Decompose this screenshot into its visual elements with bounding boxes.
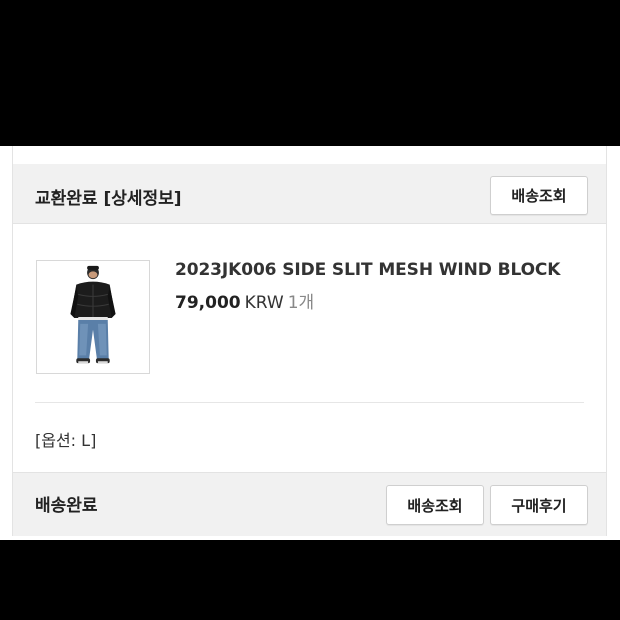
delivery-status-title: 배송완료 xyxy=(35,496,98,516)
order-footer: 배송완료 배송조회 구매후기 xyxy=(13,472,606,536)
order-card: 교환완료 [상세정보] 배송조회 2023JK006 SIDE SLIT MES… xyxy=(12,146,607,536)
track-delivery-button[interactable]: 배송조회 xyxy=(490,176,588,215)
card-top-strip xyxy=(13,146,606,164)
product-name[interactable]: 2023JK006 SIDE SLIT MESH WIND BLOCK xyxy=(175,260,560,280)
product-quantity: 1개 xyxy=(287,293,315,313)
footer-track-delivery-button[interactable]: 배송조회 xyxy=(386,485,484,525)
product-photo-icon xyxy=(37,261,149,373)
product-currency: KRW xyxy=(244,293,284,313)
order-detail-screen: 교환완료 [상세정보] 배송조회 2023JK006 SIDE SLIT MES… xyxy=(0,146,620,540)
product-option: [옵션: L] xyxy=(35,431,97,450)
order-status-title[interactable]: 교환완료 [상세정보] xyxy=(35,184,182,209)
divider xyxy=(35,402,584,403)
price-row: 79,000 KRW 1개 xyxy=(175,288,314,313)
product-thumbnail[interactable] xyxy=(36,260,150,374)
product-price: 79,000 xyxy=(175,293,241,313)
order-header: 교환완료 [상세정보] 배송조회 xyxy=(13,164,606,224)
write-review-button[interactable]: 구매후기 xyxy=(490,485,588,525)
